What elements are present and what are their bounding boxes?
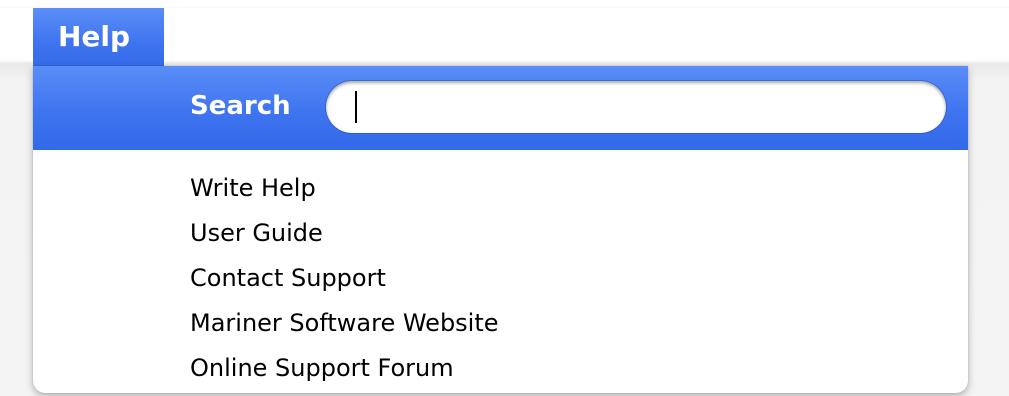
help-menu-title[interactable]: Help [33,8,164,66]
search-label: Search [190,91,291,121]
menu-item-contact-support[interactable]: Contact Support [190,256,499,301]
help-search-input[interactable] [326,81,946,133]
help-menu-dropdown: Search Write Help User Guide Contact Sup… [33,66,968,393]
text-caret [355,91,357,123]
menu-item-user-guide[interactable]: User Guide [190,211,499,256]
help-search-row: Search [33,66,968,150]
menu-item-write-help[interactable]: Write Help [190,166,499,211]
menu-item-mariner-software-website[interactable]: Mariner Software Website [190,301,499,346]
help-menu-items: Write Help User Guide Contact Support Ma… [190,166,499,391]
menu-item-online-support-forum[interactable]: Online Support Forum [190,346,499,391]
